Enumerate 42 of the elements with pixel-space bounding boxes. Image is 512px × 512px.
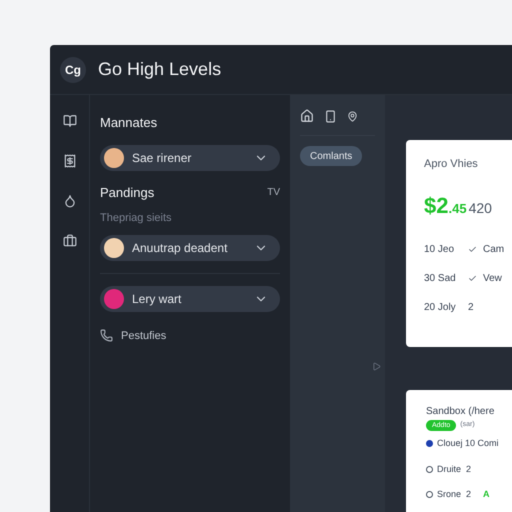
app-title: Go High Levels <box>98 58 222 81</box>
check-icon <box>468 274 477 282</box>
row-label: Clouej 10 Comi <box>437 437 499 450</box>
check-icon <box>468 244 477 254</box>
amount-cents: .45 <box>448 200 467 218</box>
ring-icon <box>426 491 433 498</box>
card-title: Sandbox (/here <box>426 405 496 419</box>
book-icon[interactable] <box>62 114 76 128</box>
row-label: 10 Jeo <box>424 242 456 256</box>
section-heading: Pandings <box>100 184 154 202</box>
select-value: Sae rirener <box>132 150 192 166</box>
receipt-icon[interactable] <box>62 154 76 168</box>
row-value: Cam <box>483 242 504 256</box>
amount-rest: 420 <box>468 198 492 218</box>
select-value: Lery wart <box>132 290 182 308</box>
select-field[interactable]: Anuutrap deadent <box>100 234 280 260</box>
row-label: Druite 2 <box>437 462 472 476</box>
select-field[interactable]: Sae rirener <box>100 144 280 170</box>
row-label: 20 Joly <box>424 300 457 314</box>
sidebar-heading: Mannates <box>100 114 158 132</box>
home-icon[interactable] <box>300 109 314 123</box>
section-caption: Thepriag sieits <box>100 211 173 226</box>
tab-button[interactable]: Comlants <box>300 146 362 166</box>
amount-value: $2 <box>424 192 448 220</box>
row-status: A <box>483 488 490 501</box>
row-value: Vew <box>483 272 502 286</box>
section-tag: TV <box>267 184 280 200</box>
play-icon[interactable] <box>372 362 381 371</box>
droplet-icon[interactable] <box>62 194 76 208</box>
sidebar-link[interactable]: Pestufies <box>121 328 166 344</box>
pin-icon[interactable] <box>347 110 358 122</box>
phone-icon <box>100 329 113 342</box>
select-field[interactable]: Lery wart <box>100 286 280 312</box>
row-label: 30 Sad <box>424 272 457 286</box>
phone-icon[interactable] <box>324 110 337 122</box>
row-label: Srone 2 <box>437 488 472 501</box>
select-value: Anuutrap deadent <box>132 240 228 256</box>
logo: Cg <box>60 56 86 82</box>
briefcase-icon[interactable] <box>62 234 76 248</box>
card-title: Apro Vhies <box>424 157 479 172</box>
ring-icon <box>426 466 433 473</box>
row-value: 2 <box>468 300 474 314</box>
